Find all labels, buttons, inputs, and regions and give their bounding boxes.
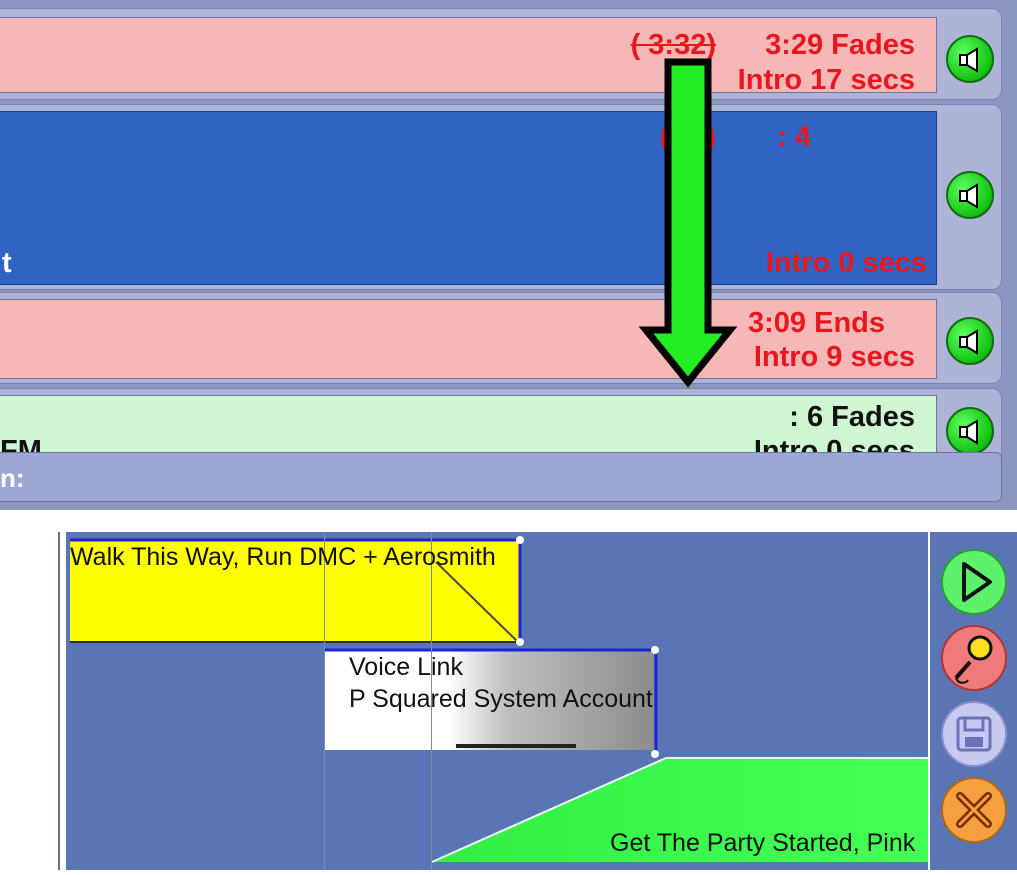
clip-label-voice[interactable]: Voice Link [349,652,463,682]
info-label: n: [0,463,25,493]
editor-toolbar [930,532,1017,870]
clip-label-song[interactable]: Walk This Way, Run DMC + Aerosmith [70,542,496,572]
segue-editor: Walk This Way, Run DMC + Aerosmith Voice… [0,520,1017,875]
save-button[interactable] [940,700,1008,768]
save-icon [941,701,1007,767]
down-arrow-icon [638,58,738,388]
timeline[interactable]: Walk This Way, Run DMC + Aerosmith Voice… [66,532,928,870]
speaker-icon[interactable] [946,407,994,455]
duration-text: 3:09 Ends [748,307,885,339]
original-duration: ( 3:32) [630,29,716,61]
playlist-row[interactable]: 3:09 Ends Intro 9 secs [0,292,1002,384]
intro-text: Intro 0 secs [765,247,927,279]
duration-text: : 4 [777,121,811,153]
intro-text: Intro 9 secs [753,341,915,373]
clip-handle[interactable] [516,536,524,544]
playlist-panel: ( 3:32) 3:29 Fades Intro 17 secs (— ) : … [0,0,1017,510]
clip-label-song[interactable]: Get The Party Started, Pink [610,828,915,858]
cancel-button[interactable] [940,776,1008,844]
play-icon [941,549,1007,615]
speaker-icon[interactable] [946,171,994,219]
intro-text: Intro 17 secs [737,64,915,96]
title-fragment: t [2,247,12,279]
clip-handle[interactable] [516,638,524,646]
duration-text: 3:29 Fades [765,29,915,61]
play-button[interactable] [940,548,1008,616]
duration-text: : 6 Fades [789,401,915,433]
cue-line [324,532,325,870]
record-button[interactable] [940,624,1008,692]
clip-label-voice-account: P Squared System Account [349,685,653,713]
playlist-row[interactable]: (— ) : 4 t Intro 0 secs [0,104,1002,290]
clip-handle[interactable] [651,750,659,758]
speaker-icon[interactable] [946,35,994,83]
speaker-icon[interactable] [946,317,994,365]
playlist-row[interactable]: ( 3:32) 3:29 Fades Intro 17 secs [0,8,1002,100]
info-bar: n: [0,452,1002,502]
microphone-icon [941,625,1007,691]
cancel-icon [941,777,1007,843]
editor-left-pane [0,532,60,870]
clip-handle[interactable] [651,646,659,654]
